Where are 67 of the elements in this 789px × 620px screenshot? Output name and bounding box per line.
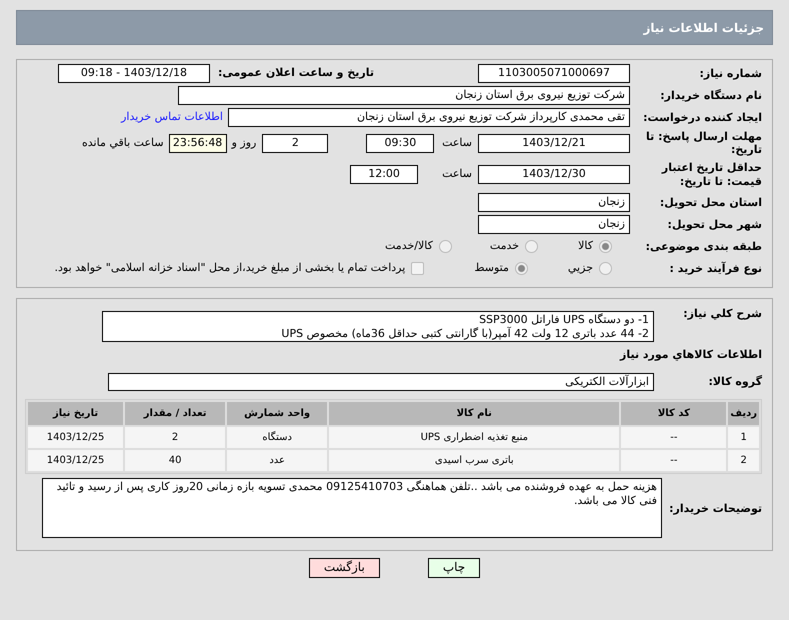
countdown-field[interactable]: 23:56:48 (168, 134, 227, 153)
column-header: ردیف (728, 402, 759, 426)
time-label: ساعت (442, 166, 472, 182)
column-header: تاریخ نیاز (28, 402, 124, 426)
field-label: شهر محل تحویل: (666, 218, 762, 231)
input-field[interactable]: 1403/12/30 (478, 165, 630, 184)
days-label: روز و (232, 134, 256, 151)
payment-note: پرداخت تمام یا بخشی از مبلغ خرید،از محل "اسناد خزانه اسلامی" خواهد بود. (54, 260, 406, 276)
field-label: استان محل تحویل: (658, 196, 762, 209)
field-label: شماره نیاز: (698, 66, 762, 80)
time-label: ساعت (442, 134, 472, 151)
section-heading: اطلاعات كالاهاي مورد نیاز (620, 346, 762, 363)
back-button[interactable]: بازگشت (308, 558, 380, 578)
table-cell: 1 (728, 427, 759, 448)
contact-link[interactable]: اطلاعات تماس خریدار (121, 109, 223, 126)
field-label: شرح كلي نیاز: (682, 306, 762, 320)
field-label: توضیحات خریدار: (668, 502, 762, 515)
table-cell: عدد (227, 450, 328, 472)
radio-button[interactable] (525, 240, 538, 253)
table-cell: 2 (125, 427, 226, 448)
input-field[interactable]: 1403/12/18 - 09:18 (58, 64, 210, 83)
table-cell: 2 (728, 450, 759, 472)
input-field[interactable]: 09:30 (366, 134, 434, 153)
option-label: كالا (578, 238, 593, 254)
column-header: نام کالا (329, 402, 620, 426)
field-label: ایجاد کننده درخواست: (642, 110, 762, 124)
input-field[interactable]: 12:00 (350, 165, 418, 184)
input-field[interactable]: 1103005071000697 (478, 64, 630, 83)
field-label: تاریخ و ساعت اعلان عمومی: (218, 65, 374, 82)
table-cell: دستگاه (227, 427, 328, 448)
input-field[interactable]: ابزارآلات الکتریکی (108, 372, 654, 391)
option-label: خدمت (490, 238, 520, 254)
input-field[interactable]: زنجان (478, 192, 630, 212)
field-label: حداقل تاریخ اعتبار قیمت: تا تاریخ: (660, 161, 762, 188)
input-field[interactable]: تقی محمدی کارپرداز شرکت توزیع نیروی برق استان زنجان (228, 108, 630, 127)
table-cell: -- (621, 427, 726, 448)
option-label: متوسط (474, 260, 509, 276)
table-cell: منبع تغذیه اضطراری UPS (329, 427, 620, 448)
table-cell: -- (621, 450, 726, 472)
page-title: جزئیات اطلاعات نیاز (643, 20, 764, 36)
input-field[interactable]: 2 (262, 134, 328, 153)
field-label: گروه كالا: (707, 375, 762, 388)
table-cell: 40 (125, 450, 226, 472)
field-label: نوع فرآیند خرید : (668, 262, 762, 275)
radio-button[interactable] (599, 240, 612, 253)
checkbox[interactable] (411, 262, 424, 275)
print-button[interactable]: چاپ (428, 558, 480, 578)
field-label: طبقه بندی موضوعی: (644, 240, 762, 253)
radio-button[interactable] (438, 240, 452, 253)
field-label: مهلت ارسال پاسخ: تا تاریخ: (645, 130, 762, 156)
field-label: نام دستگاه خریدار: (659, 88, 762, 102)
notes-box[interactable]: هزینه حمل به عهده فروشنده می باشد ..تلفن هماهنگی 09125410703 محمدی تسویه بازه زمانی 20روز کاری پس از رسید و تائید فنی کالا می باشد. (42, 478, 662, 538)
input-field[interactable]: 1403/12/21 (478, 134, 630, 153)
remaining-label: ساعت باقي مانده (82, 134, 164, 151)
option-label: كالا/خدمت (385, 238, 433, 254)
input-field[interactable]: زنجان (478, 214, 630, 234)
description-box[interactable]: 1- دو دستگاه UPS فاراتل SSP3000 2- 44 عدد باتری 12 ولت 42 آمپر(با گارانتی کتبی حداقل 36ماه) مخصوص UPS (102, 310, 654, 342)
table-cell: 1403/12/25 (28, 427, 124, 448)
table-cell: باتری سرب اسیدی (329, 450, 620, 472)
column-header: واحد شمارش (227, 402, 328, 426)
option-label: جزیي (568, 260, 593, 276)
input-field[interactable]: شرکت توزیع نیروی برق استان زنجان (178, 86, 630, 105)
radio-button[interactable] (599, 262, 612, 275)
column-header: تعداد / مقدار (125, 402, 226, 426)
column-header: کد کالا (621, 402, 726, 426)
radio-button[interactable] (514, 262, 528, 275)
table-cell: 1403/12/25 (28, 450, 124, 472)
